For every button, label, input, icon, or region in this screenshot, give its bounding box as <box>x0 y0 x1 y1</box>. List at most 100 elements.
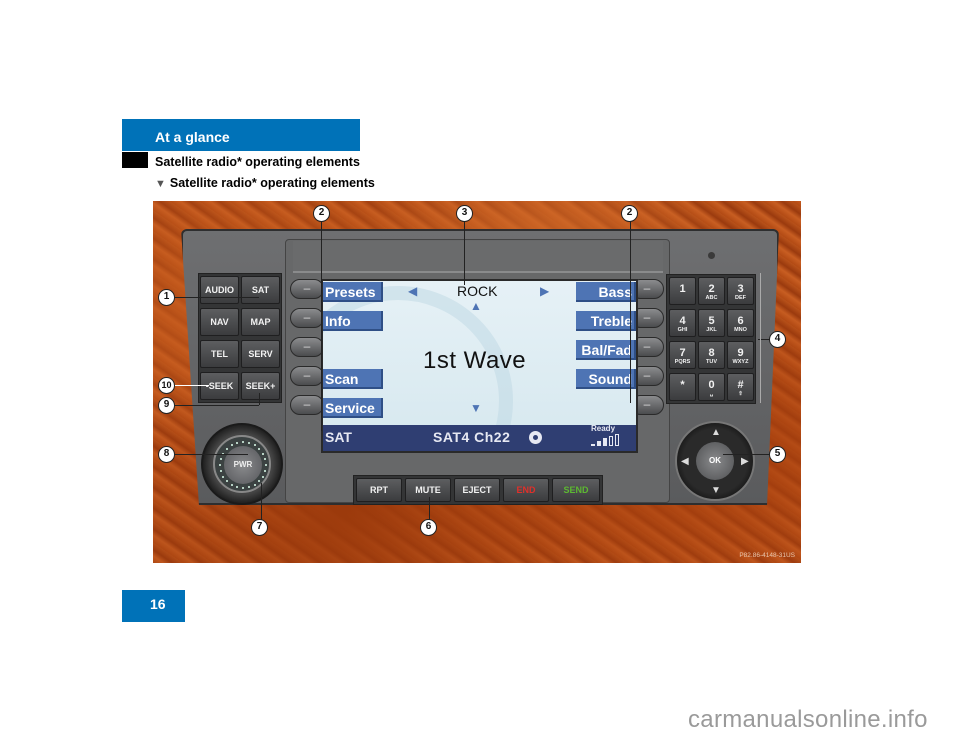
leader-line <box>261 483 262 523</box>
treble-softkey[interactable]: Treble <box>576 311 636 331</box>
keypad-key[interactable]: * <box>669 373 696 401</box>
keypad-key[interactable]: 1 <box>669 277 696 305</box>
knob-dot <box>247 441 250 444</box>
soft-key-left-5[interactable]: – <box>290 395 324 415</box>
knob-dot <box>253 444 256 447</box>
key-letters: ABC <box>705 295 718 301</box>
end-call-button[interactable]: END <box>503 478 549 502</box>
knob-dot <box>264 469 267 472</box>
key-digit: 4 <box>679 315 686 327</box>
nav-right-icon[interactable]: ▶ <box>741 456 749 467</box>
key-digit: 8 <box>708 347 715 359</box>
nav-button[interactable]: NAV <box>200 308 239 336</box>
navigation-ring[interactable]: ▲ ▼ ◀ ▶ OK <box>675 421 755 501</box>
knob-dot <box>253 483 256 486</box>
keypad-key[interactable]: 6 MNO <box>727 309 754 337</box>
signal-bar <box>609 436 613 446</box>
nav-down-icon[interactable]: ▼ <box>711 485 721 496</box>
keypad-key[interactable]: 5 JKL <box>698 309 725 337</box>
signal-bar <box>597 441 601 446</box>
key-digit: # <box>737 379 744 391</box>
leader-line <box>173 405 259 406</box>
keypad-key[interactable]: 7 PQRS <box>669 341 696 369</box>
genre-label: ROCK <box>457 283 498 299</box>
volume-ring[interactable]: PWR <box>213 435 271 493</box>
ok-button[interactable]: OK <box>696 442 734 480</box>
ready-label: Ready <box>591 424 616 433</box>
leader-line <box>321 221 322 431</box>
arrow-right-icon[interactable]: ▶ <box>540 284 549 298</box>
station-name: 1st Wave <box>423 347 527 374</box>
bass-softkey[interactable]: Bass <box>576 282 636 302</box>
arrow-down-icon[interactable]: ▼ <box>470 401 482 415</box>
leader-line <box>630 221 631 403</box>
sat-button[interactable]: SAT <box>241 276 280 304</box>
key-digit: 6 <box>737 315 744 327</box>
keypad-key[interactable]: 2 ABC <box>698 277 725 305</box>
service-softkey[interactable]: Service <box>323 398 383 418</box>
signal-bar <box>615 434 619 446</box>
nav-up-icon[interactable]: ▲ <box>711 427 721 438</box>
key-digit: 5 <box>708 315 715 327</box>
display-top-trim <box>293 241 663 273</box>
eject-button[interactable]: EJECT <box>454 478 500 502</box>
power-button[interactable]: PWR <box>224 446 262 484</box>
arrow-left-icon[interactable]: ◀ <box>408 284 417 298</box>
scan-softkey[interactable]: Scan <box>323 369 383 389</box>
key-letters: JKL <box>706 327 717 333</box>
key-digit: 9 <box>737 347 744 359</box>
info-softkey[interactable]: Info <box>323 311 383 331</box>
keypad-key[interactable]: 9 WXYZ <box>727 341 754 369</box>
leader-line <box>464 221 465 285</box>
audio-button[interactable]: AUDIO <box>200 276 239 304</box>
knob-dot <box>247 486 250 489</box>
display-screen: Presets Info Scan Service Bass Treble Ba… <box>321 279 638 453</box>
signal-strength-icon <box>591 434 619 446</box>
radio-figure: AUDIO SAT NAV MAP TEL SERV -SEEK SEEK+ P… <box>153 201 801 563</box>
mute-button[interactable]: MUTE <box>405 478 451 502</box>
keypad-key[interactable]: 8 TUV <box>698 341 725 369</box>
presets-softkey[interactable]: Presets <box>323 282 383 302</box>
send-call-button[interactable]: SEND <box>552 478 600 502</box>
microphone-icon <box>708 252 715 259</box>
knob-dot <box>219 464 221 466</box>
serv-button[interactable]: SERV <box>241 340 280 368</box>
keypad-key[interactable]: 3 DEF <box>727 277 754 305</box>
key-letters: WXYZ <box>732 359 749 365</box>
sound-softkey[interactable]: Sound <box>576 369 636 389</box>
key-letters: TUV <box>706 359 717 365</box>
keypad-key[interactable]: 0 ␣ <box>698 373 725 401</box>
leader-line <box>173 385 209 386</box>
figure-heading-text: Satellite radio* operating elements <box>169 176 375 190</box>
arrow-up-icon[interactable]: ▲ <box>470 299 482 313</box>
signal-bar <box>591 444 595 446</box>
knob-dot <box>261 452 264 455</box>
soft-key-left-1[interactable]: – <box>290 279 324 299</box>
balance-fader-softkey[interactable]: Bal/Fad <box>576 340 636 360</box>
mode-label: SAT <box>325 429 352 445</box>
soft-key-left-3[interactable]: – <box>290 337 324 357</box>
seek-down-button[interactable]: -SEEK <box>200 372 239 400</box>
tel-button[interactable]: TEL <box>200 340 239 368</box>
soft-key-left-4[interactable]: – <box>290 366 324 386</box>
seek-up-button[interactable]: SEEK+ <box>241 372 280 400</box>
rpt-button[interactable]: RPT <box>356 478 402 502</box>
page-number: 16 <box>150 596 166 612</box>
leader-line <box>173 454 248 455</box>
key-digit: * <box>680 379 685 391</box>
knob-dot <box>225 447 228 450</box>
leader-line <box>723 454 769 455</box>
nav-left-icon[interactable]: ◀ <box>681 456 689 467</box>
soft-key-left-2[interactable]: – <box>290 308 324 328</box>
key-letters: GHI <box>677 327 688 333</box>
map-button[interactable]: MAP <box>241 308 280 336</box>
knob-dot <box>261 475 264 478</box>
watermark: carmanualsonline.info <box>688 706 928 733</box>
keypad-key[interactable]: # ⇧ <box>727 373 754 401</box>
status-bar: SAT SAT4 Ch22 Ready <box>323 424 636 451</box>
figure-id: P82.86-4148-31US <box>739 552 795 559</box>
keypad-key[interactable]: 4 GHI <box>669 309 696 337</box>
volume-knob[interactable]: PWR <box>201 423 283 505</box>
knob-dot <box>264 458 267 461</box>
key-digit: 1 <box>679 283 686 295</box>
